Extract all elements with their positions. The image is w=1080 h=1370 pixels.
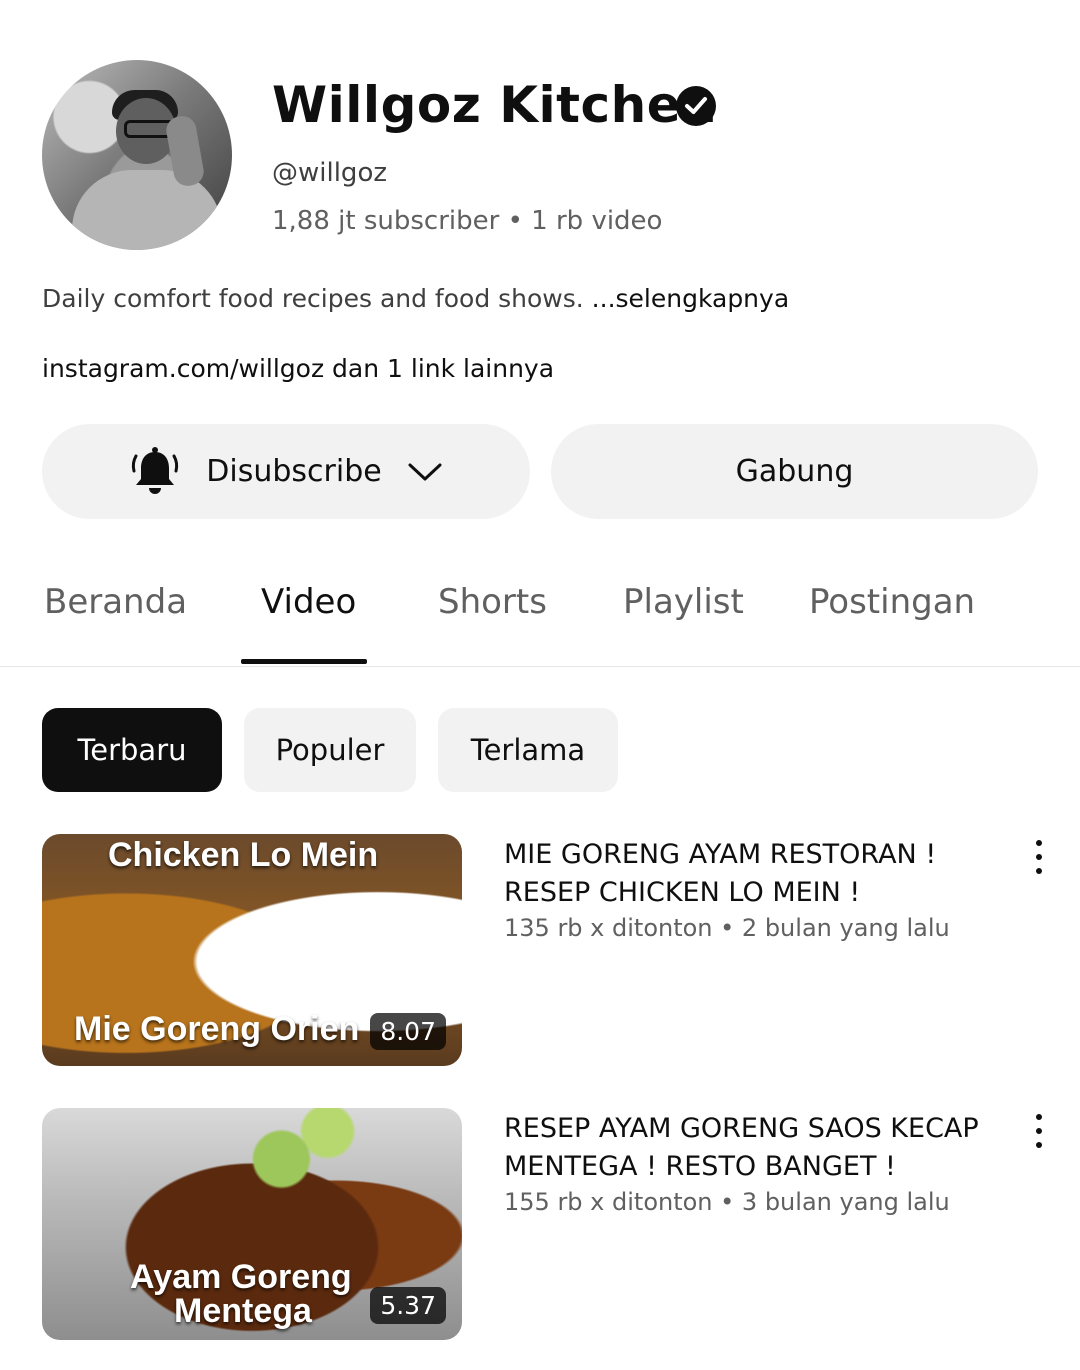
video-duration: 8.07 (370, 1013, 446, 1050)
video-title[interactable]: RESEP AYAM GORENG SAOS KECAP MENTEGA ! R… (504, 1110, 984, 1186)
channel-stats: 1,88 jt subscriber • 1 rb video (272, 206, 663, 236)
verified-check-icon (676, 86, 716, 126)
channel-links[interactable]: instagram.com/willgoz dan 1 link lainnya (42, 354, 554, 383)
thumbnail-caption-top: Chicken Lo Mein (108, 836, 379, 874)
channel-name: Willgoz Kitchen (272, 76, 718, 134)
chevron-down-icon (408, 463, 442, 480)
video-thumbnail[interactable]: Ayam Goreng Mentega 5.37 (42, 1108, 462, 1340)
video-title[interactable]: MIE GORENG AYAM RESTORAN ! RESEP CHICKEN… (504, 836, 984, 912)
tab-postingan[interactable]: Postingan (809, 582, 975, 622)
subscribed-label: Disubscribe (206, 454, 382, 489)
tab-shorts[interactable]: Shorts (438, 582, 547, 622)
video-title-line: MIE GORENG AYAM RESTORAN ! (504, 839, 937, 870)
chip-terlama[interactable]: Terlama (438, 708, 618, 792)
video-meta: 135 rb x ditonton • 2 bulan yang lalu (504, 914, 950, 942)
description-more-link[interactable]: ...selengkapnya (592, 284, 789, 313)
channel-description[interactable]: Daily comfort food recipes and food show… (42, 284, 789, 313)
video-title-line: MENTEGA ! RESTO BANGET ! (504, 1151, 896, 1182)
subscribed-button[interactable]: Disubscribe (42, 424, 530, 519)
more-vert-icon[interactable] (1026, 1112, 1052, 1152)
tab-playlist[interactable]: Playlist (623, 582, 744, 622)
tab-beranda[interactable]: Beranda (44, 582, 187, 622)
description-text: Daily comfort food recipes and food show… (42, 284, 592, 313)
chip-terbaru[interactable]: Terbaru (42, 708, 222, 792)
thumbnail-caption-bottom: Mie Goreng Orien (74, 1010, 360, 1048)
thumbnail-caption-bottom: Mentega (174, 1292, 312, 1330)
channel-tabs: Beranda Video Shorts Playlist Postingan (0, 560, 1080, 667)
video-title-line: RESEP CHICKEN LO MEIN ! (504, 877, 861, 908)
video-meta: 155 rb x ditonton • 3 bulan yang lalu (504, 1188, 950, 1216)
join-label: Gabung (735, 454, 854, 489)
join-button[interactable]: Gabung (551, 424, 1038, 519)
channel-avatar[interactable] (42, 60, 232, 250)
video-duration: 5.37 (370, 1287, 446, 1324)
channel-handle: @willgoz (272, 158, 387, 188)
video-thumbnail[interactable]: Chicken Lo Mein Mie Goreng Orien 8.07 (42, 834, 462, 1066)
active-tab-indicator (241, 659, 367, 664)
video-title-line: RESEP AYAM GORENG SAOS KECAP (504, 1113, 979, 1144)
bell-icon (132, 446, 179, 494)
chip-populer[interactable]: Populer (244, 708, 416, 792)
tab-video[interactable]: Video (261, 582, 356, 622)
more-vert-icon[interactable] (1026, 838, 1052, 878)
